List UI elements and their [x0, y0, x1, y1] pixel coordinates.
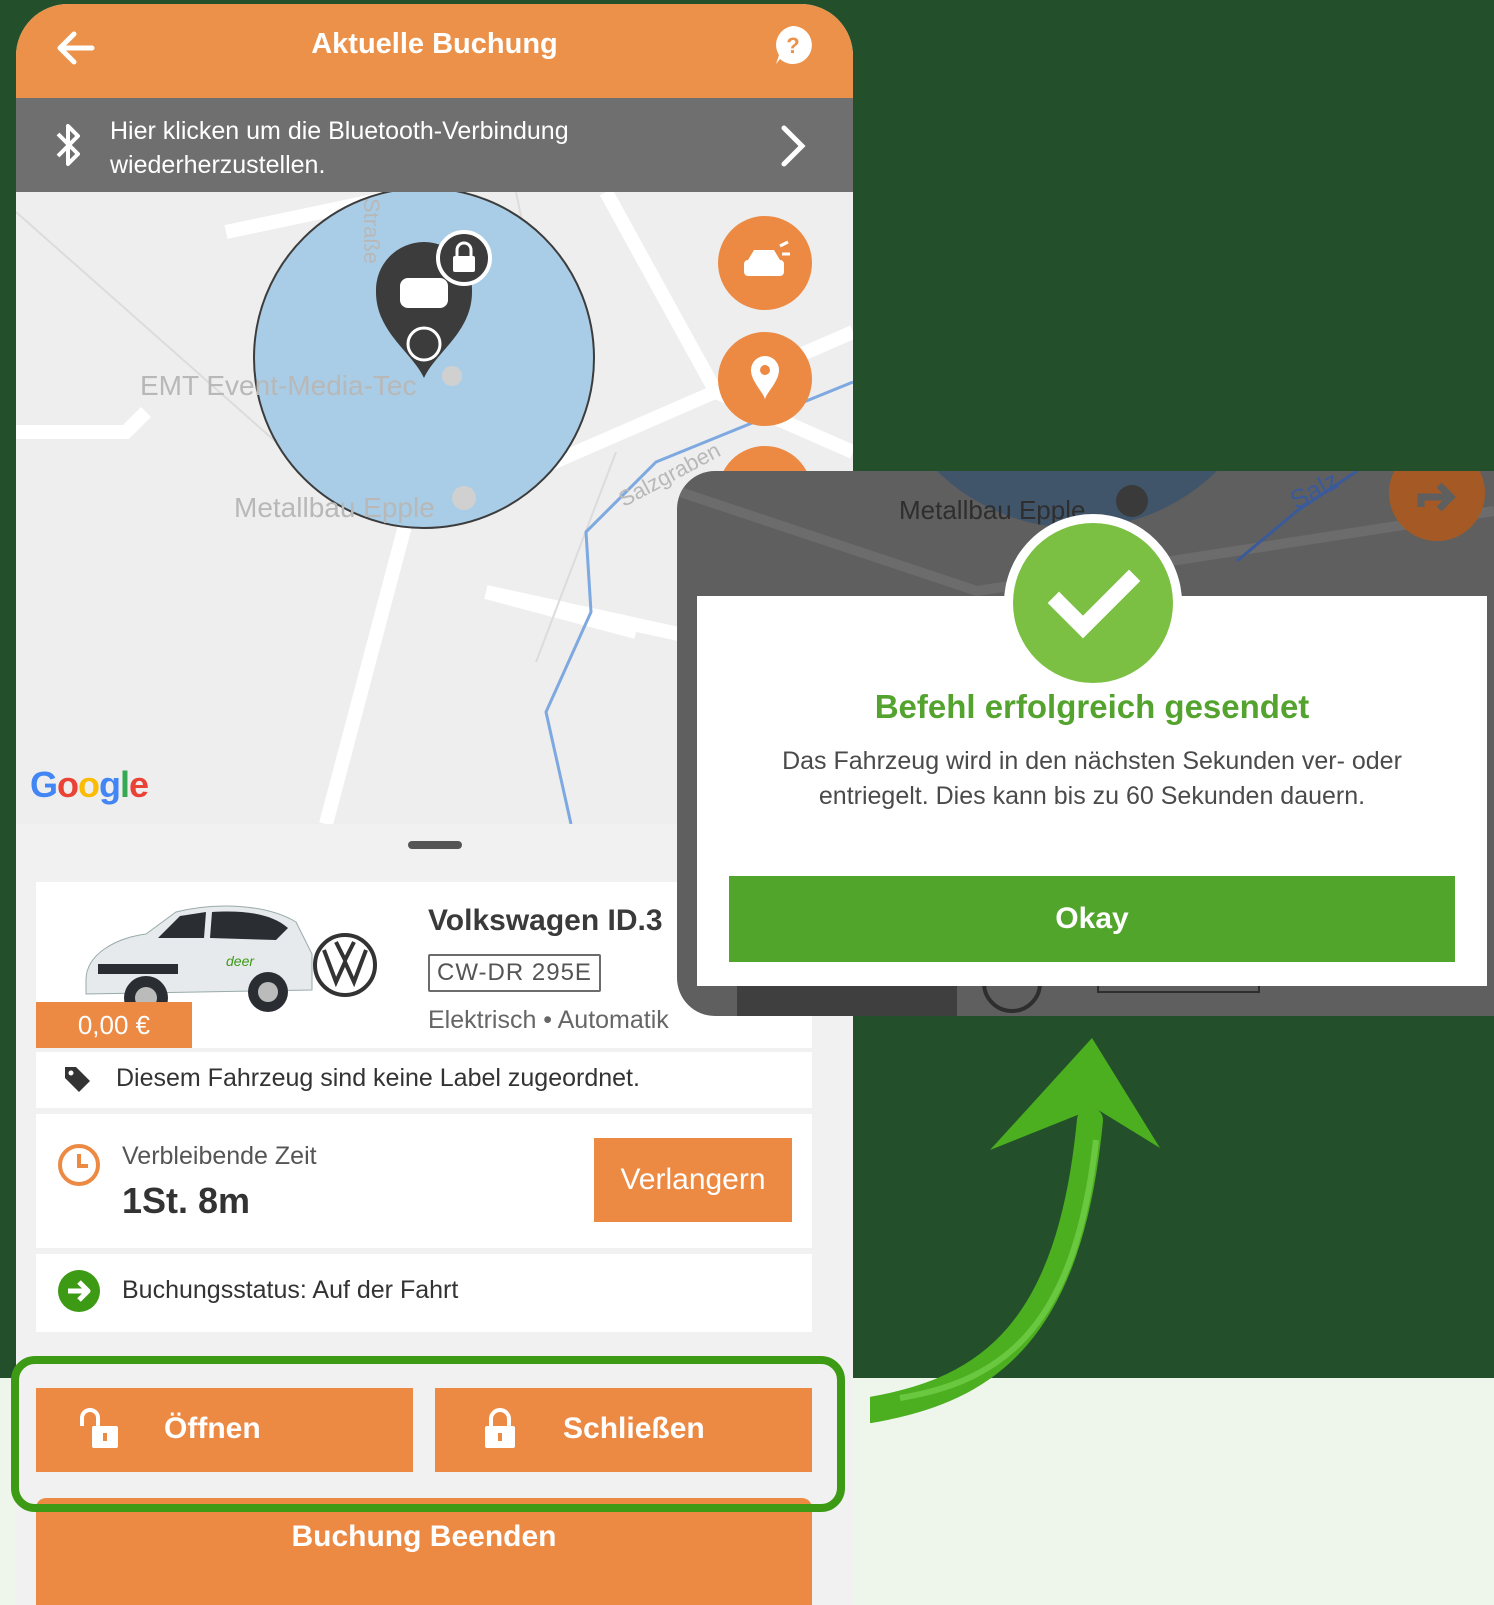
bluetooth-icon [56, 124, 80, 166]
end-booking-button[interactable]: Buchung Beenden [36, 1498, 812, 1605]
location-button[interactable] [718, 332, 812, 426]
location-pin-icon [751, 356, 779, 400]
dialog-title: Befehl erfolgreich gesendet [874, 688, 1310, 725]
remaining-time-value: 1St. 8m [122, 1180, 251, 1221]
remaining-time-card: Verbleibende Zeit 1St. 8m Verlangern [36, 1114, 812, 1248]
green-arrow-icon [870, 1038, 1160, 1423]
sheet-drag-handle[interactable] [408, 841, 462, 849]
chevron-right-icon [781, 125, 806, 167]
svg-text:?: ? [786, 33, 799, 58]
svg-text:deer: deer [226, 953, 255, 969]
map-street-label: Straße [359, 197, 385, 265]
license-plate: CW-DR 295E [428, 954, 601, 992]
arrow-right-circle-icon [58, 1270, 100, 1312]
success-badge [1004, 514, 1182, 692]
vw-logo [313, 933, 377, 997]
dialog-message: Das Fahrzeug wird in den nächsten Sekund… [782, 747, 1402, 810]
vehicle-labels-text: Diesem Fahrzeug sind keine Label zugeord… [116, 1064, 640, 1092]
google-logo: Google [30, 764, 149, 805]
extend-button[interactable]: Verlangern [594, 1138, 792, 1222]
car-alarm-icon [744, 240, 790, 276]
booking-status-card: Buchungsstatus: Auf der Fahrt [36, 1254, 812, 1332]
vehicle-specs: Elektrisch • Automatik [428, 1006, 669, 1034]
clock-icon [58, 1144, 100, 1186]
checkmark-icon [1047, 569, 1141, 639]
okay-button[interactable]: Okay [729, 876, 1455, 962]
map-poi-label: EMT Event-Media-Tec [140, 370, 417, 401]
checkmark-circle [1013, 523, 1173, 683]
booking-status-text: Buchungsstatus: Auf der Fahrt [122, 1276, 459, 1304]
vehicle-name: Volkswagen ID.3 [428, 904, 663, 937]
help-icon[interactable]: ? [772, 24, 814, 66]
vehicle-labels-row: Diesem Fahrzeug sind keine Label zugeord… [36, 1052, 812, 1108]
map-poi-label: Metallbau Epple [234, 492, 435, 523]
app-bar: Aktuelle Buchung ? [16, 4, 853, 98]
bluetooth-banner[interactable]: Hier klicken um die Bluetooth-Verbindung… [16, 98, 853, 192]
bluetooth-banner-text: Hier klicken um die Bluetooth-Verbindung… [110, 117, 569, 179]
tag-icon [65, 1067, 90, 1092]
action-buttons-highlight [11, 1356, 845, 1512]
price-badge: 0,00 € [36, 1002, 192, 1048]
car-alarm-button[interactable] [718, 216, 812, 310]
remaining-time-label: Verbleibende Zeit [122, 1142, 317, 1170]
page-title: Aktuelle Buchung [311, 28, 558, 60]
